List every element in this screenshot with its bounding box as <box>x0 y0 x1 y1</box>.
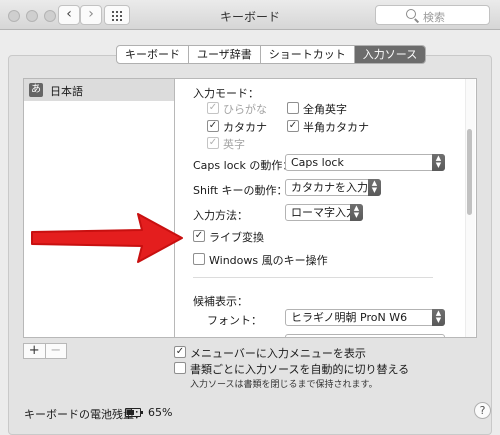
source-options-pane: 入力モード： ✓ ひらがな 全角英字 ✓ カタカナ ✓ 半角カタカナ ✓ 英字 … <box>175 78 477 338</box>
annotation-arrow <box>31 213 183 263</box>
chevron-updown-icon: ▲ ▼ <box>350 204 363 221</box>
tab-bar: キーボード ユーザ辞書 ショートカット 入力ソース <box>116 45 427 64</box>
live-conversion-label: ライブ変換 <box>209 231 264 244</box>
chevron-updown-icon: ▲ ▼ <box>432 154 445 171</box>
auto-switch-note: 入力ソースは書類を閉じるまで保持されます。 <box>190 380 378 390</box>
add-source-button[interactable]: + <box>24 344 46 358</box>
font-value: ヒラギノ明朝 ProN W6 <box>291 311 408 324</box>
tab-user-dictionary[interactable]: ユーザ辞書 <box>189 46 261 63</box>
hiragana-a-icon: あ <box>29 83 43 97</box>
auto-switch-label: 書類ごとに入力ソースを自動的に切り替える <box>190 363 410 376</box>
eiji-checkbox: ✓ <box>207 137 219 149</box>
search-icon <box>406 9 416 19</box>
katakana-label: カタカナ <box>223 121 267 134</box>
windows-keys-label: Windows 風のキー操作 <box>209 254 328 267</box>
size-select[interactable] <box>285 334 445 337</box>
show-input-menu-label: メニューバーに入力メニューを表示 <box>190 347 366 360</box>
caps-lock-label: Caps lock の動作： <box>193 159 294 172</box>
show-input-menu-checkbox[interactable]: ✓ <box>174 346 186 358</box>
shift-key-select[interactable]: カタカナを入力 ▲ ▼ <box>285 179 381 196</box>
shift-key-label: Shift キーの動作： <box>193 184 288 197</box>
hiragana-checkbox: ✓ <box>207 102 219 114</box>
zenkaku-eisu-checkbox[interactable] <box>287 102 299 114</box>
title-bar: ‹ › キーボード 検索 <box>0 0 500 30</box>
font-select[interactable]: ヒラギノ明朝 ProN W6 ▲ ▼ <box>285 309 445 326</box>
tab-shortcuts[interactable]: ショートカット <box>261 46 355 63</box>
search-placeholder: 検索 <box>423 11 445 24</box>
caps-lock-value: Caps lock <box>291 156 344 169</box>
divider <box>193 277 433 278</box>
input-mode-label: 入力モード： <box>193 87 259 100</box>
input-method-label: 入力方法： <box>193 209 248 222</box>
windows-keys-checkbox[interactable] <box>193 253 205 265</box>
eiji-label: 英字 <box>223 138 245 151</box>
caps-lock-select[interactable]: Caps lock ▲ ▼ <box>285 154 445 171</box>
shift-key-value: カタカナを入力 <box>291 181 368 194</box>
katakana-checkbox[interactable]: ✓ <box>207 120 219 132</box>
chevron-updown-icon: ▲ ▼ <box>368 179 381 196</box>
candidates-label: 候補表示： <box>193 295 248 308</box>
input-method-select[interactable]: ローマ字入力 ▲ ▼ <box>285 204 363 221</box>
chevron-updown-icon: ▲ ▼ <box>432 309 445 326</box>
search-input[interactable]: 検索 <box>375 5 490 25</box>
hankaku-katakana-checkbox[interactable]: ✓ <box>287 120 299 132</box>
tab-input-sources[interactable]: 入力ソース <box>354 46 426 63</box>
hankaku-katakana-label: 半角カタカナ <box>303 121 369 134</box>
hiragana-label: ひらがな <box>223 103 267 116</box>
zenkaku-eisu-label: 全角英字 <box>303 103 347 116</box>
list-item-japanese[interactable]: あ 日本語 <box>24 79 174 101</box>
add-remove-control: + − <box>23 343 67 359</box>
auto-switch-checkbox[interactable] <box>174 362 186 374</box>
input-method-value: ローマ字入力 <box>291 206 357 219</box>
source-label: 日本語 <box>50 85 83 98</box>
remove-source-button[interactable]: − <box>46 344 67 358</box>
live-conversion-checkbox[interactable]: ✓ <box>193 230 205 242</box>
scrollbar-thumb[interactable] <box>467 129 472 215</box>
battery-icon <box>125 408 143 417</box>
tab-keyboard[interactable]: キーボード <box>117 46 189 63</box>
help-button[interactable]: ? <box>474 402 491 419</box>
font-label: フォント： <box>207 314 262 327</box>
battery-percent: 65% <box>148 406 173 419</box>
